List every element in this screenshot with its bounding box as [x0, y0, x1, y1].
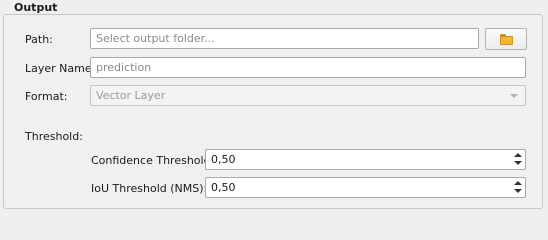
- format-select-value: Vector Layer: [96, 89, 166, 102]
- spin-down-icon[interactable]: [514, 189, 522, 193]
- iou-threshold-label: IoU Threshold (NMS):: [91, 182, 208, 195]
- output-panel: Output Path: Select output folder... Lay…: [0, 0, 548, 218]
- iou-threshold-spinbox[interactable]: 0,50: [205, 177, 526, 198]
- spin-up-icon[interactable]: [514, 153, 522, 157]
- browse-folder-button[interactable]: [485, 28, 527, 50]
- path-label: Path:: [25, 33, 53, 46]
- spin-down-icon[interactable]: [514, 161, 522, 165]
- path-input[interactable]: Select output folder...: [90, 28, 479, 49]
- spin-buttons[interactable]: [511, 150, 525, 169]
- confidence-threshold-value: 0,50: [211, 153, 236, 166]
- format-select[interactable]: Vector Layer: [90, 85, 526, 106]
- confidence-threshold-label: Confidence Threshold:: [91, 154, 215, 167]
- chevron-down-icon: [510, 94, 518, 98]
- iou-threshold-value: 0,50: [211, 181, 236, 194]
- confidence-threshold-spinbox[interactable]: 0,50: [205, 149, 526, 170]
- spin-up-icon[interactable]: [514, 181, 522, 185]
- spin-buttons[interactable]: [511, 178, 525, 197]
- layer-name-input[interactable]: prediction: [90, 57, 526, 78]
- threshold-label: Threshold:: [25, 130, 83, 143]
- output-group-title: Output: [14, 1, 58, 14]
- format-label: Format:: [25, 90, 68, 103]
- folder-icon: [500, 34, 513, 45]
- layer-name-label: Layer Name:: [25, 62, 96, 75]
